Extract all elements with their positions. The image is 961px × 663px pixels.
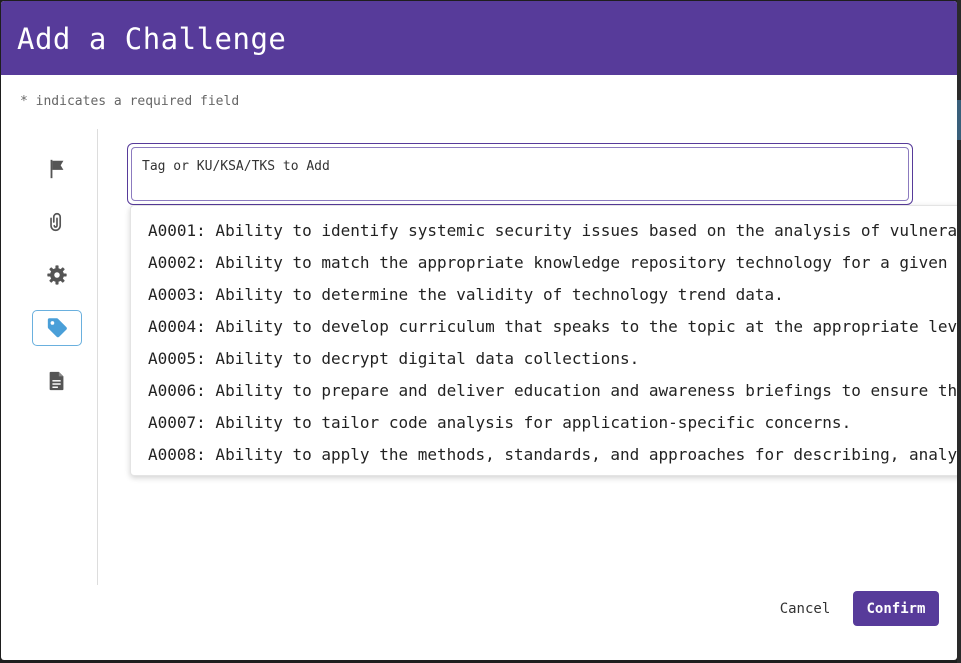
nav-settings-button[interactable] [32,257,82,293]
paperclip-icon [50,213,62,232]
cancel-button[interactable]: Cancel [769,591,841,626]
nav-attachments-button[interactable] [32,204,82,240]
dialog-header: Add a Challenge [1,1,957,75]
tag-input-box [131,147,909,201]
suggestion-list: A0001: Ability to identify systemic secu… [131,215,957,471]
gear-icon [47,265,67,285]
tag-icon [47,318,67,338]
suggestion-item[interactable]: A0007: Ability to tailor code analysis f… [131,407,957,439]
confirm-button[interactable]: Confirm [853,591,939,626]
suggestion-dropdown: A0001: Ability to identify systemic secu… [130,205,957,476]
step-sidebar [19,129,98,585]
suggestion-item[interactable]: A0004: Ability to develop curriculum tha… [131,311,957,343]
suggestion-item[interactable]: A0001: Ability to identify systemic secu… [131,215,957,247]
required-field-note: * indicates a required field [20,94,240,109]
dialog-title: Add a Challenge [17,22,287,56]
background-window-edge [957,0,961,663]
nav-description-button[interactable] [32,363,82,399]
nav-details-button[interactable] [32,151,82,187]
add-challenge-dialog: Add a Challenge * indicates a required f… [1,1,957,660]
flag-icon [50,159,64,179]
tag-input-field [127,143,913,205]
suggestion-item[interactable]: A0003: Ability to determine the validity… [131,279,957,311]
tag-input[interactable] [142,156,842,176]
suggestion-item[interactable]: A0005: Ability to decrypt digital data c… [131,343,957,375]
suggestion-item[interactable]: A0006: Ability to prepare and deliver ed… [131,375,957,407]
background-window-band [957,100,961,140]
suggestion-item[interactable]: A0002: Ability to match the appropriate … [131,247,957,279]
nav-tags-button[interactable] [32,310,82,346]
document-icon [49,371,64,391]
suggestion-item[interactable]: A0008: Ability to apply the methods, sta… [131,439,957,471]
